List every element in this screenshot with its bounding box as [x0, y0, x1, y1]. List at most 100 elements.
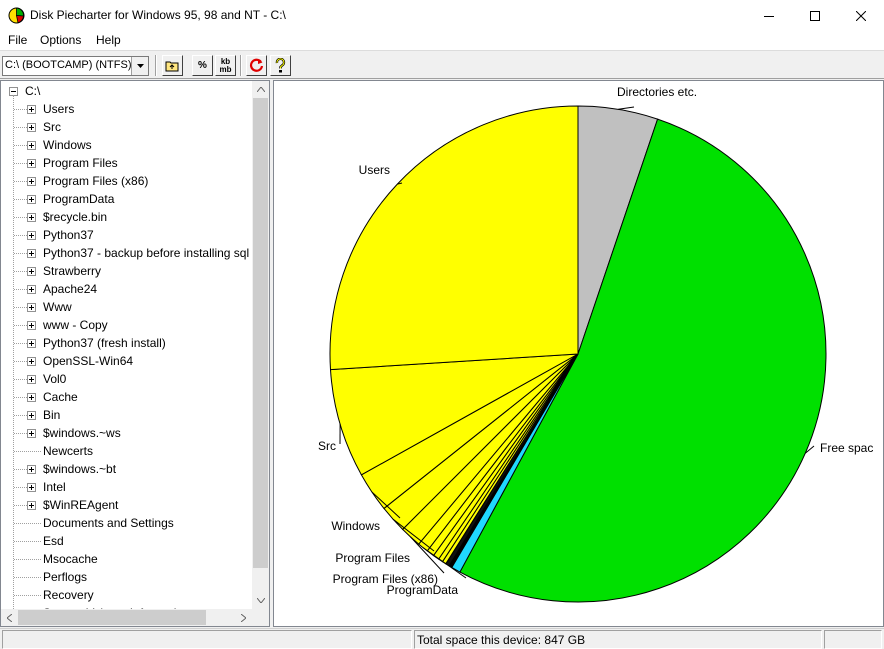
expand-icon[interactable] [27, 285, 36, 294]
tree-item[interactable]: Www [1, 298, 251, 316]
folder-up-icon [165, 61, 179, 72]
tree-item-label: Perflogs [43, 570, 88, 584]
tree-guide-line [14, 523, 41, 524]
scroll-thumb[interactable] [253, 98, 268, 568]
expand-icon[interactable] [27, 195, 36, 204]
scroll-thumb[interactable] [18, 610, 206, 625]
tree-item[interactable]: Vol0 [1, 370, 251, 388]
scroll-left-icon[interactable] [1, 609, 18, 626]
expand-icon[interactable] [27, 393, 36, 402]
tree-item[interactable]: Newcerts [1, 442, 251, 460]
tree-guide-line [14, 109, 27, 110]
expand-icon[interactable] [27, 123, 36, 132]
tree-guide-line [14, 559, 41, 560]
expand-icon[interactable] [27, 429, 36, 438]
tree-guide-line [14, 145, 27, 146]
tree-item[interactable]: Python37 (fresh install) [1, 334, 251, 352]
expand-icon[interactable] [27, 213, 36, 222]
tree-item-label: Newcerts [43, 444, 94, 458]
tree-horizontal-scrollbar[interactable] [1, 609, 252, 626]
status-panel-total: Total space this device: 847 GB [414, 630, 822, 649]
expand-icon[interactable] [27, 249, 36, 258]
scroll-down-icon[interactable] [252, 592, 269, 609]
maximize-button[interactable] [792, 0, 838, 31]
tree-item[interactable]: $windows.~ws [1, 424, 251, 442]
scroll-up-icon[interactable] [252, 81, 269, 98]
drive-select[interactable]: C:\ (BOOTCAMP) (NTFS) [2, 56, 149, 76]
minimize-button[interactable] [746, 0, 792, 31]
tree-item[interactable]: $WinREAgent [1, 496, 251, 514]
kb-mb-toggle-button[interactable]: kb mb [215, 55, 236, 76]
tree-item[interactable]: Esd [1, 532, 251, 550]
tree-item-label: Users [43, 102, 75, 116]
tree-item[interactable]: Program Files (x86) [1, 172, 251, 190]
tree-item-label: Apache24 [43, 282, 98, 296]
tree-item-label: ProgramData [43, 192, 115, 206]
tree-item[interactable]: ProgramData [1, 190, 251, 208]
status-total-text: Total space this device: 847 GB [417, 633, 586, 647]
tree-item-label: Program Files (x86) [43, 174, 149, 188]
tree-item[interactable]: OpenSSL-Win64 [1, 352, 251, 370]
expand-icon[interactable] [27, 303, 36, 312]
tree-item[interactable]: Apache24 [1, 280, 251, 298]
tree-guide-line [14, 397, 27, 398]
tree-item[interactable]: Msocache [1, 550, 251, 568]
menu-help[interactable]: Help [96, 33, 121, 47]
refresh-button[interactable] [246, 55, 267, 76]
tree-item[interactable]: $recycle.bin [1, 208, 251, 226]
expand-icon[interactable] [27, 231, 36, 240]
tree-guide-line [14, 271, 27, 272]
expand-icon[interactable] [27, 105, 36, 114]
expand-icon[interactable] [27, 483, 36, 492]
tree-item[interactable]: $windows.~bt [1, 460, 251, 478]
tree-item[interactable]: Src [1, 118, 251, 136]
help-button[interactable] [270, 55, 291, 76]
menu-options[interactable]: Options [40, 33, 81, 47]
pie-chart-pane[interactable]: Directories etc. Free spac ProgramData Prog… [273, 80, 884, 627]
expand-icon[interactable] [27, 267, 36, 276]
tree-item[interactable]: Windows [1, 136, 251, 154]
tree-item[interactable]: Cache [1, 388, 251, 406]
expand-icon[interactable] [27, 357, 36, 366]
tree-item-label: Msocache [43, 552, 98, 566]
tree-item[interactable]: Perflogs [1, 568, 251, 586]
pie-label: Free spac [820, 441, 873, 455]
expand-icon[interactable] [27, 375, 36, 384]
tree-item[interactable]: Python37 - backup before installing sql [1, 244, 251, 262]
expand-icon[interactable] [27, 177, 36, 186]
tree-guide-line [14, 469, 27, 470]
tree-item-label: Python37 - backup before installing sql [43, 246, 250, 260]
expand-icon[interactable] [27, 411, 36, 420]
tree-item[interactable]: Python37 [1, 226, 251, 244]
pie-slice-users[interactable] [329, 105, 579, 371]
tree-guide-line [14, 433, 27, 434]
tree-item-label: Intel [43, 480, 66, 494]
folder-tree[interactable]: C:\ Users Src Windows Program Files Program … [0, 80, 270, 627]
tree-item[interactable]: Recovery [1, 586, 251, 604]
tree-item[interactable]: Users [1, 100, 251, 118]
tree-item[interactable]: Bin [1, 406, 251, 424]
expand-icon[interactable] [27, 321, 36, 330]
tree-guide-line [14, 343, 27, 344]
tree-item[interactable]: Strawberry [1, 262, 251, 280]
title-bar: Disk Piecharter for Windows 95, 98 and N… [0, 0, 884, 31]
tree-item[interactable]: Intel [1, 478, 251, 496]
pie-label: Directories etc. [617, 85, 697, 99]
tree-vertical-scrollbar[interactable] [252, 81, 269, 609]
tree-root[interactable]: C:\ [1, 82, 251, 100]
menu-file[interactable]: File [8, 33, 27, 47]
chevron-down-icon[interactable] [131, 57, 148, 75]
pie-chart[interactable]: Directories etc.Free spacProgramDataProg… [274, 81, 884, 627]
scroll-right-icon[interactable] [235, 609, 252, 626]
parent-folder-button[interactable] [162, 55, 183, 76]
expand-icon[interactable] [27, 465, 36, 474]
expand-icon[interactable] [27, 339, 36, 348]
expand-icon[interactable] [27, 159, 36, 168]
tree-item[interactable]: Program Files [1, 154, 251, 172]
percent-button[interactable]: % [192, 55, 213, 76]
close-button[interactable] [838, 0, 884, 31]
expand-icon[interactable] [27, 141, 36, 150]
tree-item[interactable]: www - Copy [1, 316, 251, 334]
tree-item[interactable]: Documents and Settings [1, 514, 251, 532]
expand-icon[interactable] [27, 501, 36, 510]
